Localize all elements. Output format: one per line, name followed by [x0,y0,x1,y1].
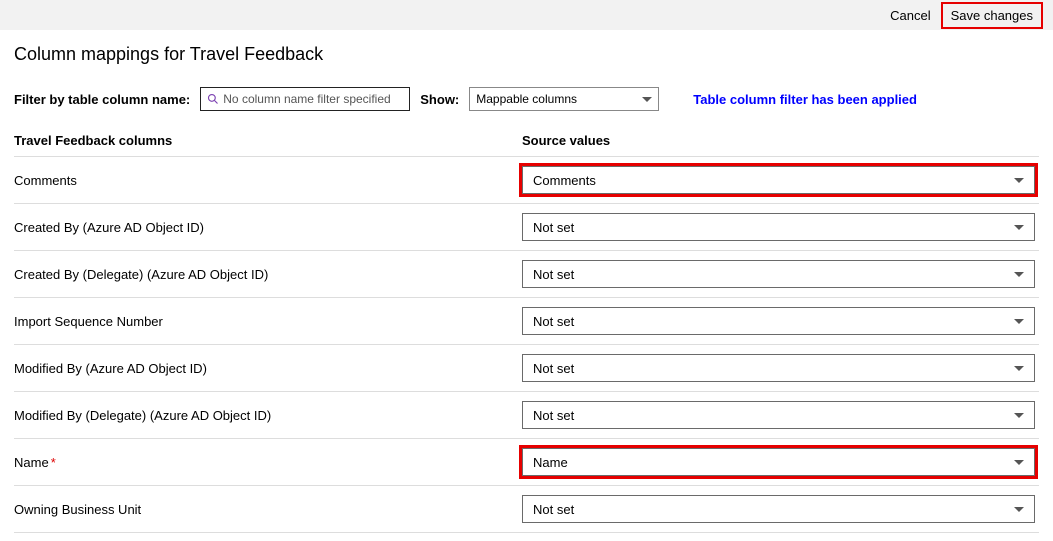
source-value: Not set [533,502,574,517]
header-columns: Travel Feedback columns [14,133,522,148]
source-select[interactable]: Not set [522,307,1035,335]
chevron-down-icon [1014,225,1024,230]
chevron-down-icon [1014,366,1024,371]
table-row: Created By (Azure AD Object ID) Not set [14,204,1039,251]
table-headers: Travel Feedback columns Source values [14,133,1039,157]
source-cell: Not set [522,260,1039,288]
source-select[interactable]: Name [522,448,1035,476]
chevron-down-icon [1014,178,1024,183]
column-label: Modified By (Azure AD Object ID) [14,361,522,376]
column-label: Created By (Delegate) (Azure AD Object I… [14,267,522,282]
source-cell: Not set [522,213,1039,241]
source-value: Not set [533,220,574,235]
top-bar: Cancel Save changes [0,0,1053,30]
table-row: Import Sequence Number Not set [14,298,1039,345]
filter-placeholder: No column name filter specified [223,92,390,106]
source-cell: Name [522,448,1039,476]
chevron-down-icon [1014,507,1024,512]
column-label: Comments [14,173,522,188]
search-icon [207,93,219,105]
required-marker: * [51,455,56,470]
chevron-down-icon [1014,272,1024,277]
table-row: Created By (Delegate) (Azure AD Object I… [14,251,1039,298]
cancel-button[interactable]: Cancel [882,4,938,27]
rows-container: Comments Comments Created By (Azure AD Obj… [14,157,1039,533]
save-button[interactable]: Save changes [943,4,1041,27]
chevron-down-icon [1014,319,1024,324]
chevron-down-icon [1014,460,1024,465]
source-cell: Not set [522,307,1039,335]
source-select[interactable]: Not set [522,354,1035,382]
column-label: Created By (Azure AD Object ID) [14,220,522,235]
source-cell: Not set [522,401,1039,429]
table-row: Modified By (Azure AD Object ID) Not set [14,345,1039,392]
table-row: Owning Business Unit Not set [14,486,1039,533]
filter-row: Filter by table column name: No column n… [14,87,1039,111]
source-value: Not set [533,267,574,282]
source-value: Not set [533,361,574,376]
column-label: Name* [14,455,522,470]
source-value: Comments [533,173,596,188]
show-label: Show: [420,92,459,107]
table-row: Name* Name [14,439,1039,486]
header-source: Source values [522,133,1039,148]
show-select[interactable]: Mappable columns [469,87,659,111]
show-value: Mappable columns [476,92,577,106]
source-cell: Not set [522,354,1039,382]
source-select[interactable]: Not set [522,401,1035,429]
source-value: Name [533,455,568,470]
source-select[interactable]: Not set [522,260,1035,288]
column-label: Owning Business Unit [14,502,522,517]
source-value: Not set [533,408,574,423]
save-highlight: Save changes [941,2,1043,29]
source-select[interactable]: Not set [522,495,1035,523]
source-value: Not set [533,314,574,329]
column-label: Import Sequence Number [14,314,522,329]
column-label: Modified By (Delegate) (Azure AD Object … [14,408,522,423]
filter-input[interactable]: No column name filter specified [200,87,410,111]
chevron-down-icon [1014,413,1024,418]
source-cell: Not set [522,495,1039,523]
table-row: Comments Comments [14,157,1039,204]
filter-label: Filter by table column name: [14,92,190,107]
filter-applied-msg: Table column filter has been applied [693,92,917,107]
source-cell: Comments [522,166,1039,194]
source-select[interactable]: Not set [522,213,1035,241]
table-row: Modified By (Delegate) (Azure AD Object … [14,392,1039,439]
page-title: Column mappings for Travel Feedback [14,44,1039,65]
source-select[interactable]: Comments [522,166,1035,194]
chevron-down-icon [642,97,652,102]
